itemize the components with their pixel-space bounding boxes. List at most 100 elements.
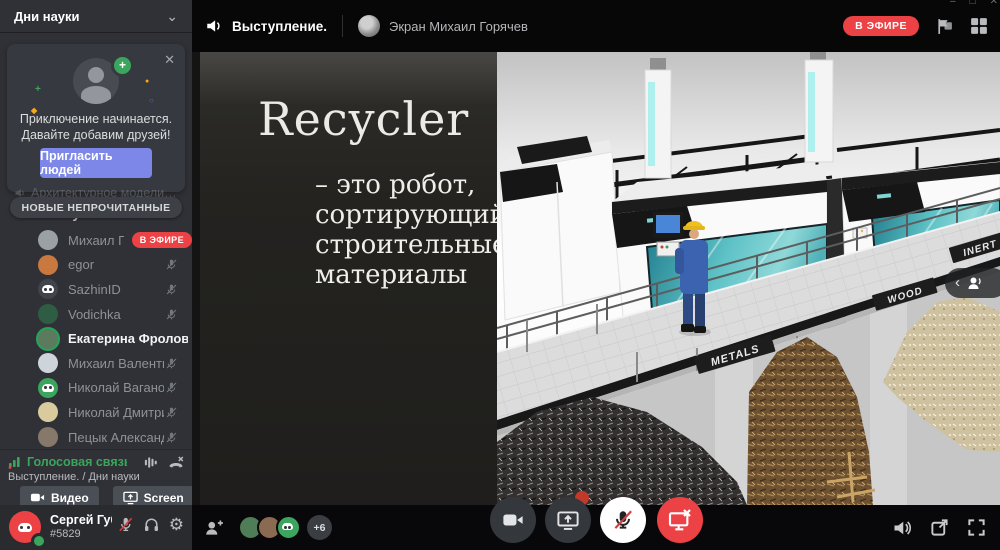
topbar-channel-name[interactable]: Выступление.: [232, 19, 327, 34]
mic-mute-button[interactable]: [600, 497, 646, 543]
sparkle-icon: +: [35, 84, 41, 95]
volume-icon: [205, 17, 223, 35]
voice-member-row[interactable]: Екатерина Фролова: [0, 326, 192, 351]
promo-text: Приключение начинается.: [7, 112, 185, 126]
call-controls-bar: +6: [192, 505, 1000, 550]
member-avatar: [38, 230, 58, 250]
discord-logo-icon: [42, 285, 54, 293]
member-name: Николай Дмитрие...: [68, 405, 164, 420]
streamer-avatar: [358, 15, 380, 37]
aux-machine-unit: [500, 136, 620, 320]
member-name: Vodichka: [68, 307, 121, 322]
sparkle-icon: ●: [145, 78, 149, 85]
flag-icon[interactable]: [935, 17, 954, 36]
voice-status-panel: Голосовая связь под Выступление. / Дни н…: [0, 449, 192, 505]
invite-people-button[interactable]: Пригласить людей: [40, 148, 152, 178]
voice-connected-label[interactable]: Голосовая связь под: [27, 455, 127, 469]
members-overlay-toggle[interactable]: ‹: [945, 268, 1000, 298]
member-avatar: [38, 304, 58, 324]
camera-icon: [30, 490, 45, 505]
camera-icon: [502, 509, 524, 531]
user-discriminator: #5829: [50, 528, 81, 540]
divider: [342, 15, 343, 37]
slide-edge-strip: [192, 52, 200, 505]
live-badge: В ЭФИРЕ: [843, 16, 919, 36]
stop-streaming-button[interactable]: [657, 497, 703, 543]
stream-title[interactable]: Экран Михаил Горячев: [389, 19, 528, 34]
stop-stream-icon: [668, 508, 692, 532]
close-window-icon[interactable]: ✕: [990, 0, 998, 7]
members-icon: [966, 275, 983, 292]
fullscreen-icon[interactable]: [967, 518, 986, 537]
video-button-label: Видео: [51, 491, 89, 505]
mic-muted-icon[interactable]: [117, 516, 134, 533]
mic-muted-icon: [165, 357, 178, 370]
live-badge: В ЭФИРЕ: [132, 232, 192, 248]
robot-column: [645, 58, 671, 178]
online-status-dot: [31, 533, 47, 549]
voice-member-row[interactable]: SazhinID: [0, 277, 192, 302]
presentation-slide: Recycler – это робот, сортирующий строит…: [200, 52, 497, 505]
discord-logo-icon: [282, 523, 293, 530]
mic-muted-icon: [165, 308, 178, 321]
member-avatar: [38, 329, 58, 349]
invite-promo-card: ✕ + + ◆ ● ○ ∷ Приключение начинается. Да…: [7, 44, 185, 192]
voice-member-row[interactable]: Пецык Александр: [0, 425, 192, 450]
screenshare-button[interactable]: [545, 497, 591, 543]
voice-member-row[interactable]: Михаил Валентино...: [0, 351, 192, 376]
member-avatar: [38, 255, 58, 275]
grid-view-icon[interactable]: [970, 17, 988, 35]
screenshare-icon: [557, 509, 579, 531]
user-panel: Сергей Губ... #5829 ⚙: [0, 505, 192, 550]
username[interactable]: Сергей Губ...: [50, 513, 112, 527]
more-participants-badge[interactable]: +6: [307, 515, 332, 540]
member-avatar: [38, 427, 58, 447]
stream-volume-icon[interactable]: [892, 518, 912, 538]
mic-muted-icon: [165, 283, 178, 296]
mic-muted-icon: [165, 381, 178, 394]
popout-icon[interactable]: [930, 518, 949, 537]
voice-member-row[interactable]: Михаил Го... В ЭФИРЕ: [0, 228, 192, 253]
slide-title: Recycler: [258, 92, 469, 146]
voice-location-label: Выступление. / Дни науки: [8, 471, 140, 483]
voice-member-list: Михаил Го... В ЭФИРЕ egor: [0, 228, 192, 449]
robot-column: [805, 52, 833, 162]
bin-wall: [870, 302, 907, 505]
member-name: Николай Ваганов: [68, 380, 164, 395]
voice-member-row[interactable]: Николай Ваганов: [0, 376, 192, 401]
camera-button[interactable]: [490, 497, 536, 543]
member-name: SazhinID: [68, 282, 121, 297]
new-unreads-pill[interactable]: НОВЫЕ НЕПРОЧИТАННЫЕ: [10, 197, 182, 218]
participant-avatar-cluster[interactable]: [244, 515, 301, 540]
headphones-icon[interactable]: [143, 516, 160, 533]
member-name: Екатерина Фролова: [68, 331, 188, 346]
screen-button-label: Screen: [144, 491, 184, 505]
close-icon[interactable]: ✕: [164, 52, 175, 68]
server-header[interactable]: Дни науки ⌄: [0, 0, 192, 32]
mic-muted-icon: [165, 258, 178, 271]
settings-gear-icon[interactable]: ⚙: [169, 516, 184, 533]
add-friend-badge-icon: +: [111, 54, 134, 77]
member-name: Михаил Валентино...: [68, 356, 164, 371]
participant-avatar: [276, 515, 301, 540]
connection-signal-icon: [8, 455, 22, 469]
sidebar: Дни науки ⌄ ✕ + + ◆ ● ○ ∷ Приключение на…: [0, 0, 192, 550]
member-avatar: [38, 353, 58, 373]
member-avatar: [38, 378, 58, 398]
recycler-3d-render: METALS WOOD INERT: [497, 52, 1000, 505]
add-person-icon[interactable]: [204, 518, 224, 538]
member-avatar: [38, 279, 58, 299]
voice-member-row[interactable]: Vodichka: [0, 302, 192, 327]
chevron-left-icon: ‹: [955, 276, 960, 290]
soundboard-icon[interactable]: [143, 455, 158, 470]
discord-logo-icon: [18, 523, 32, 532]
voice-member-row[interactable]: Николай Дмитрие...: [0, 400, 192, 425]
disconnect-call-icon[interactable]: [168, 455, 184, 471]
voice-member-row[interactable]: egor: [0, 253, 192, 278]
discord-logo-icon: [42, 384, 54, 392]
chevron-down-icon: ⌄: [166, 11, 178, 21]
member-name: Пецык Александр: [68, 430, 164, 445]
mic-muted-icon: [165, 431, 178, 444]
screenshare-icon: [123, 490, 138, 505]
server-name: Дни науки: [14, 9, 166, 24]
